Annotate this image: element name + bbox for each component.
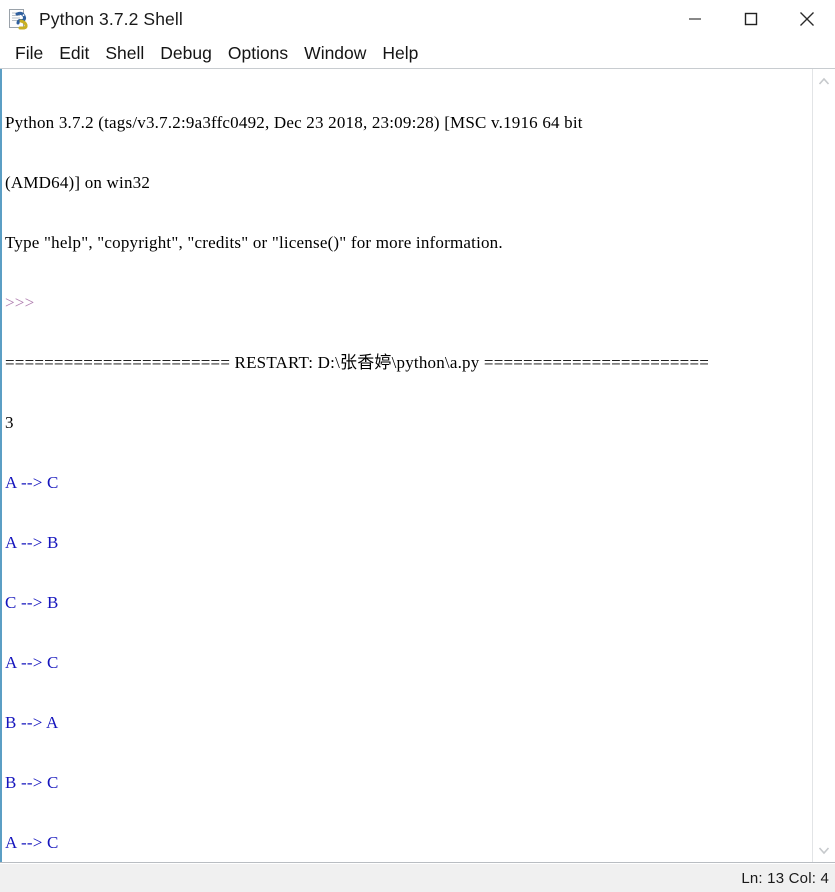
title-bar-left: Python 3.7.2 Shell (0, 8, 183, 30)
shell-prompt-line: >>> (5, 293, 35, 312)
maximize-button[interactable] (723, 0, 779, 38)
shell-line: 3 (5, 413, 14, 432)
shell-area: Python 3.7.2 (tags/v3.7.2:9a3ffc0492, De… (0, 68, 835, 863)
scrollbar-track[interactable] (813, 93, 835, 838)
shell-line: B --> A (5, 713, 59, 732)
shell-line: B --> C (5, 773, 59, 792)
window-controls (667, 0, 835, 38)
shell-line: A --> C (5, 653, 59, 672)
status-bar: Ln: 13 Col: 4 (0, 863, 835, 892)
menu-item-help[interactable]: Help (374, 42, 426, 64)
shell-output: Python 3.7.2 (tags/v3.7.2:9a3ffc0492, De… (5, 73, 812, 862)
shell-line: C --> B (5, 593, 59, 612)
cursor-position-status: Ln: 13 Col: 4 (741, 869, 829, 887)
menu-item-debug[interactable]: Debug (152, 42, 220, 64)
shell-line: Python 3.7.2 (tags/v3.7.2:9a3ffc0492, De… (5, 113, 583, 132)
menu-bar: File Edit Shell Debug Options Window Hel… (0, 38, 835, 68)
idle-shell-window: Python 3.7.2 Shell File Edit Shell Debug… (0, 0, 835, 892)
menu-item-options[interactable]: Options (220, 42, 296, 64)
shell-line: A --> C (5, 833, 59, 852)
vertical-scrollbar[interactable] (812, 69, 835, 862)
menu-item-window[interactable]: Window (296, 42, 374, 64)
menu-item-edit[interactable]: Edit (51, 42, 97, 64)
shell-text-pane[interactable]: Python 3.7.2 (tags/v3.7.2:9a3ffc0492, De… (0, 69, 812, 862)
title-bar: Python 3.7.2 Shell (0, 0, 835, 38)
scroll-down-arrow-icon[interactable] (813, 838, 835, 862)
scroll-up-arrow-icon[interactable] (813, 69, 835, 93)
menu-item-file[interactable]: File (7, 42, 51, 64)
shell-line: Type "help", "copyright", "credits" or "… (5, 233, 503, 252)
menu-item-shell[interactable]: Shell (97, 42, 152, 64)
minimize-button[interactable] (667, 0, 723, 38)
shell-restart-line: ======================= RESTART: D:\张香婷\… (5, 353, 710, 372)
shell-line: (AMD64)] on win32 (5, 173, 151, 192)
python-idle-icon (8, 8, 30, 30)
window-title: Python 3.7.2 Shell (39, 8, 183, 29)
shell-line: A --> B (5, 533, 59, 552)
shell-line: A --> C (5, 473, 59, 492)
close-button[interactable] (779, 0, 835, 38)
